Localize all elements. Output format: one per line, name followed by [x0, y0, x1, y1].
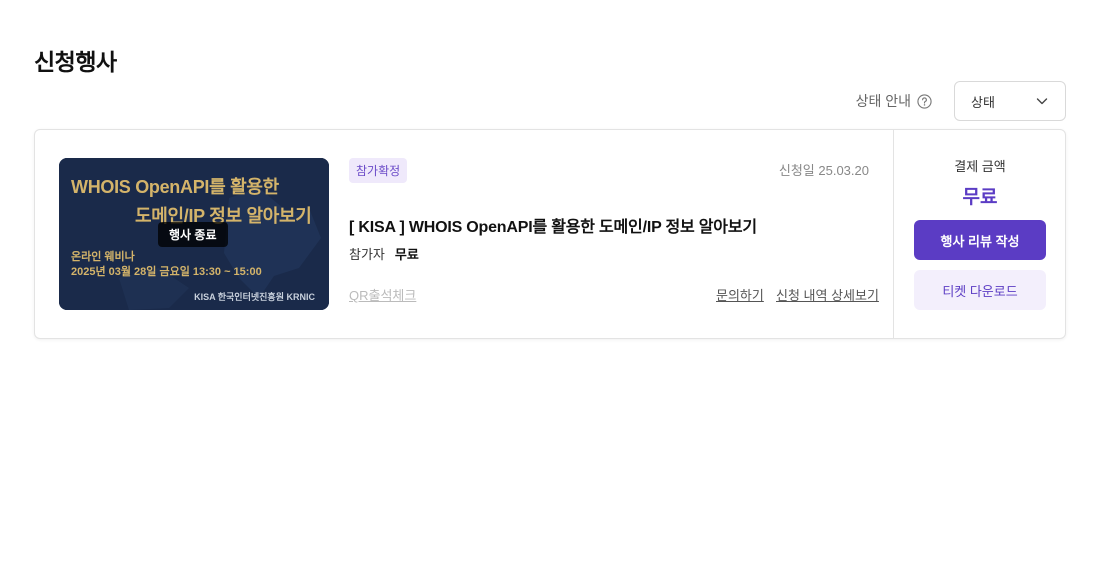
status-tag: 참가확정	[349, 158, 408, 183]
status-guide[interactable]: 상태 안내	[856, 91, 932, 111]
event-card: WHOIS OpenAPI를 활용한 도메인/IP 정보 알아보기 온라인 웨비…	[34, 129, 1066, 339]
status-select-value: 상태	[971, 94, 995, 110]
attendee-row: 참가자 무료	[349, 244, 419, 263]
event-ended-badge: 행사 종료	[158, 222, 228, 247]
thumbnail-subtitle: 온라인 웨비나	[71, 251, 135, 263]
thumbnail-title-line1: WHOIS OpenAPI를 활용한	[71, 177, 279, 197]
question-circle-icon[interactable]	[917, 93, 932, 109]
page: 신청행사 상태 안내 상태 WHOIS OpenAPI를 활용한 도메인/IP …	[0, 0, 1102, 573]
payment-value: 무료	[962, 187, 998, 208]
page-title: 신청행사	[34, 49, 117, 75]
event-thumbnail[interactable]: WHOIS OpenAPI를 활용한 도메인/IP 정보 알아보기 온라인 웨비…	[59, 158, 329, 310]
ticket-download-button[interactable]: 티켓 다운로드	[914, 270, 1046, 310]
event-title[interactable]: [ KISA ] WHOIS OpenAPI를 활용한 도메인/IP 정보 알아…	[349, 213, 757, 237]
qr-checkin-link[interactable]: QR출석체크	[349, 285, 416, 304]
thumbnail-datetime: 2025년 03월 28일 금요일 13:30 ~ 15:00	[71, 266, 262, 278]
application-detail-link[interactable]: 신청 내역 상세보기	[776, 285, 879, 304]
status-guide-label: 상태 안내	[855, 93, 911, 109]
apply-date: 신청일 25.03.20	[778, 163, 869, 178]
thumbnail-org-logo: KISA 한국인터넷진흥원 KRNIC	[194, 292, 315, 302]
chevron-down-icon	[1035, 94, 1049, 108]
attendee-value: 무료	[394, 247, 419, 262]
attendee-label: 참가자	[349, 247, 385, 262]
write-review-button[interactable]: 행사 리뷰 작성	[914, 220, 1046, 260]
inquiry-link[interactable]: 문의하기	[716, 285, 764, 304]
status-select[interactable]: 상태	[954, 81, 1066, 121]
payment-label: 결제 금액	[954, 159, 1006, 174]
